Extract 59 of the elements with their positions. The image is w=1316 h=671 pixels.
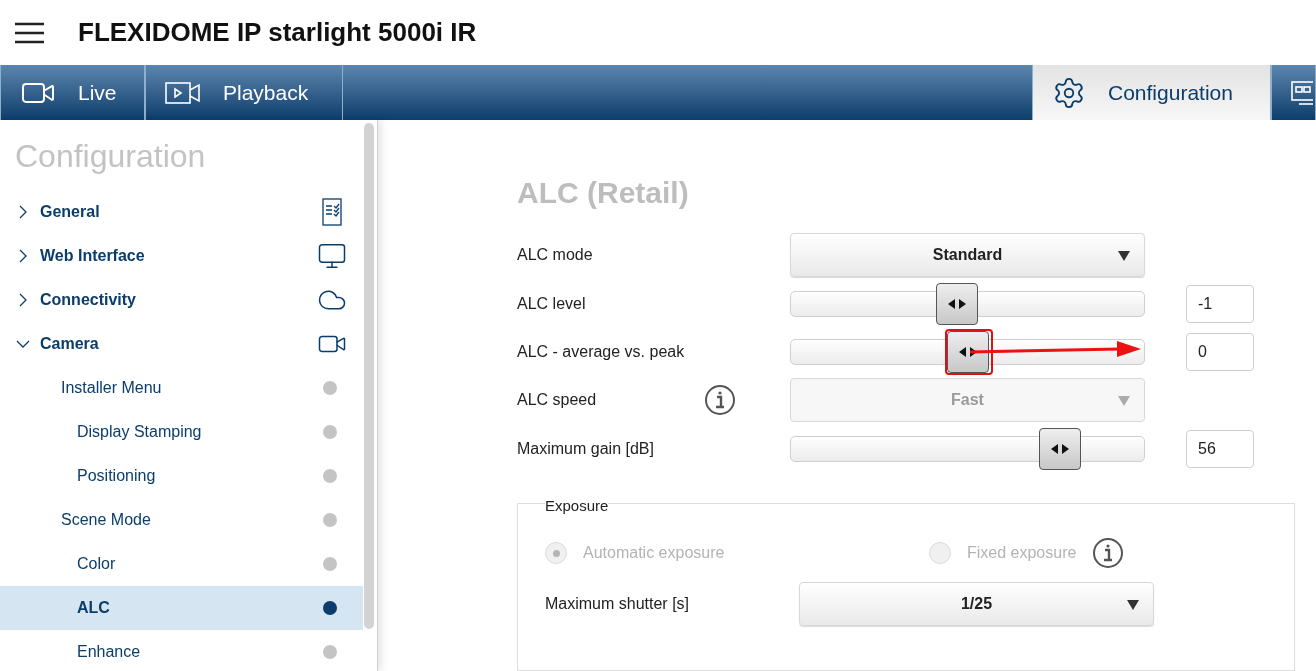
value-field[interactable]: 0 (1186, 333, 1254, 371)
monitor-grid-icon (1291, 78, 1313, 107)
sidebar-item-label: Installer Menu (61, 378, 162, 398)
setting-label: Maximum gain [dB] (517, 438, 655, 459)
sidebar-item[interactable]: General (0, 190, 363, 234)
setting-label: ALC - average vs. peak (517, 342, 686, 362)
menu-icon[interactable] (15, 21, 44, 44)
slider[interactable] (790, 330, 1145, 374)
setting-label: ALC speed (517, 390, 598, 411)
slider-thumb[interactable] (1038, 427, 1081, 470)
sidebar-item-label: Positioning (77, 466, 156, 486)
sidebar-item-label: Scene Mode (61, 510, 151, 530)
sidebar-item[interactable]: ALC (0, 586, 363, 630)
left-right-arrows-icon (1050, 443, 1069, 454)
sidebar-item-label: Camera (40, 334, 99, 354)
radio-label: Automatic exposure (583, 543, 725, 564)
value-field[interactable]: -1 (1186, 284, 1254, 323)
sidebar-item-label: Display Stamping (77, 422, 202, 442)
caret-icon (1127, 600, 1139, 611)
value-field[interactable]: 56 (1186, 429, 1254, 468)
sidebar-item-label: Web Interface (40, 246, 145, 266)
sidebar-item-label: ALC (77, 598, 110, 618)
dropdown-select[interactable]: Standard (790, 233, 1145, 278)
sidebar-item[interactable]: Display Stamping (0, 410, 363, 454)
nav-tab[interactable] (1271, 65, 1316, 120)
sidebar-item[interactable]: Connectivity (0, 278, 363, 322)
section-title: ALC (Retail) (517, 175, 690, 211)
sidebar-item[interactable]: Camera (0, 322, 363, 366)
nav-tab[interactable]: Playback (145, 65, 343, 120)
sidebar-item[interactable]: Scene Mode (0, 498, 363, 542)
play-video-icon (165, 80, 201, 105)
setting-label: ALC mode (517, 245, 594, 266)
sidebar-item[interactable]: Color (0, 542, 363, 586)
left-right-arrows-icon (958, 347, 977, 357)
sidebar-item[interactable]: Positioning (0, 454, 363, 498)
slider[interactable] (790, 281, 1145, 326)
sidebar-title: Configuration (15, 137, 207, 176)
slider[interactable] (790, 426, 1145, 471)
caret-icon (1118, 396, 1130, 407)
setting-label: Maximum shutter [s] (545, 594, 691, 615)
scrollbar[interactable] (364, 123, 374, 629)
nav-tab[interactable]: Live (0, 65, 145, 120)
monitor-icon (317, 241, 347, 271)
sidebar-item-label: General (40, 202, 100, 222)
setting-label: ALC level (517, 293, 587, 314)
page-title: FLEXIDOME IP starlight 5000i IR (78, 16, 477, 49)
radio-label: Fixed exposure (967, 543, 1077, 564)
settings-icon (1052, 75, 1086, 110)
checklist-icon (322, 198, 342, 226)
sidebar-item[interactable]: Installer Menu (0, 366, 363, 410)
sidebar-item-label: Connectivity (40, 290, 136, 310)
slider-thumb[interactable] (935, 282, 978, 325)
nav-tab[interactable]: Configuration (1032, 65, 1271, 120)
sidebar-item-label: Enhance (77, 642, 141, 662)
sidebar-item[interactable]: Web Interface (0, 234, 363, 278)
left-right-arrows-icon (947, 298, 966, 309)
sidebar-item[interactable]: Enhance (0, 630, 363, 671)
sidebar-item-label: Color (77, 554, 116, 574)
caret-icon (1118, 251, 1130, 262)
